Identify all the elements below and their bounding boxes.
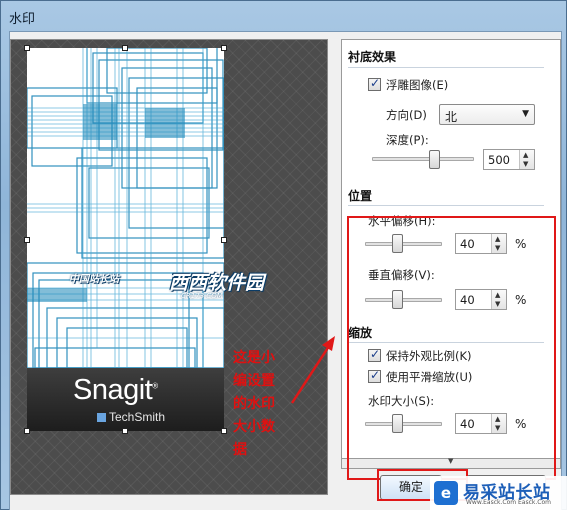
snagit-wordmark: Snagit®	[73, 374, 158, 406]
annotation-text: 这是小编设置的水印大小数据	[233, 350, 275, 458]
watermark-preview: Snagit® TechSmith 中国站长站 西西软件园 CR173.COM …	[10, 39, 328, 495]
resize-handle-tl[interactable]	[24, 45, 30, 51]
site-url: Www.Easck.Com Easck.Com	[466, 499, 551, 506]
dialog-client-area: Snagit® TechSmith 中国站长站 西西软件园 CR173.COM …	[9, 31, 562, 510]
spin-up-icon[interactable]: ▲	[523, 151, 528, 159]
snagit-logo-band: Snagit® TechSmith	[27, 368, 224, 431]
resize-handle-tm[interactable]	[122, 45, 128, 51]
depth-label: 深度(P):	[386, 133, 429, 147]
depth-slider-track[interactable]	[372, 157, 474, 161]
depth-spinbox[interactable]: 500 ▲ ▼	[483, 149, 535, 170]
resize-handle-ml[interactable]	[24, 237, 30, 243]
direction-value: 北	[445, 110, 458, 124]
chevron-down-icon: ▼	[522, 109, 529, 119]
position-title: 位置	[348, 189, 373, 203]
spin-down-icon[interactable]: ▼	[523, 160, 528, 168]
site-watermark-badge: e 易采站长站 Www.Easck.Com Easck.Com	[430, 476, 567, 510]
techsmith-wordmark: TechSmith	[97, 410, 165, 424]
depth-spin-buttons[interactable]: ▲ ▼	[519, 150, 534, 169]
watermark-name: 西西软件园	[169, 272, 265, 294]
title-bar[interactable]: 水印	[1, 1, 567, 31]
resize-handle-tr[interactable]	[221, 45, 227, 51]
watermark-url: CR173.COM	[181, 292, 223, 300]
emboss-checkbox[interactable]	[368, 76, 381, 91]
direction-select[interactable]: 北 ▼	[439, 104, 535, 125]
depth-slider-thumb[interactable]	[429, 150, 440, 169]
preview-canvas: Snagit® TechSmith	[27, 48, 224, 431]
section-divider	[348, 67, 544, 68]
site-logo-icon: e	[434, 481, 458, 505]
annotation-highlight-box	[347, 216, 556, 480]
watermark-dialog: 水印 Snagit® TechSmith 中国站长站 西西软件园 CR173.C…	[0, 0, 567, 510]
depth-value: 500	[488, 153, 510, 167]
direction-label: 方向(D)	[386, 108, 427, 122]
watermark-logo: 中国站长站	[69, 274, 119, 285]
background-effect-title: 衬底效果	[348, 50, 397, 64]
techsmith-logo-icon	[97, 413, 106, 422]
window-title: 水印	[9, 12, 36, 27]
resize-handle-mr[interactable]	[221, 237, 227, 243]
resize-handle-bl[interactable]	[24, 428, 30, 434]
watermark-overlay: 中国站长站 西西软件园 CR173.COM	[69, 268, 349, 308]
section-divider	[348, 205, 544, 206]
resize-handle-br[interactable]	[221, 428, 227, 434]
resize-handle-bm[interactable]	[122, 428, 128, 434]
abstract-lines-graphic	[27, 48, 224, 368]
emboss-label: 浮雕图像(E)	[386, 78, 449, 92]
